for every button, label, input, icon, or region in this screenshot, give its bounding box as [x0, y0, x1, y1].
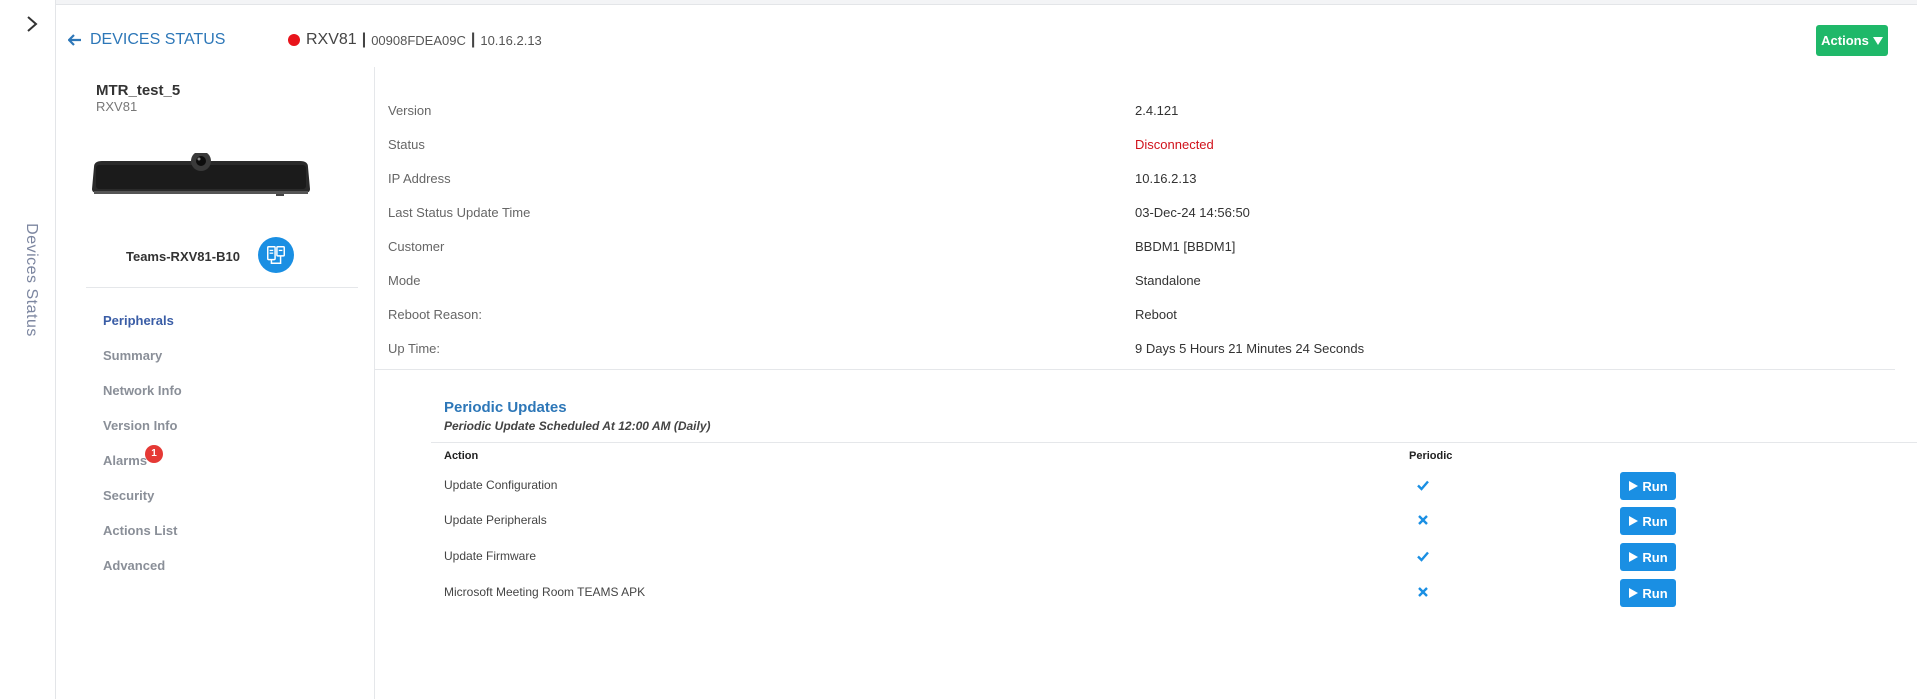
play-icon	[1629, 481, 1639, 491]
nav-item-actions-list[interactable]: Actions List	[103, 513, 182, 548]
info-label: IP Address	[388, 171, 451, 186]
device-model: RXV81	[96, 99, 138, 114]
nav-item-network-info[interactable]: Network Info	[103, 373, 182, 408]
nav-item-summary[interactable]: Summary	[103, 338, 182, 373]
arrow-left-icon	[68, 34, 81, 46]
back-link-label: DEVICES STATUS	[90, 31, 226, 48]
column-periodic: Periodic	[1409, 450, 1453, 462]
actions-button-label: Actions	[1821, 33, 1869, 48]
info-value: Standalone	[1135, 273, 1201, 288]
info-row-customer: Customer BBDM1 [BBDM1]	[388, 239, 1888, 259]
rail-label-text: Devices Status	[23, 223, 40, 337]
info-row-mode: Mode Standalone	[388, 273, 1888, 293]
table-row: Microsoft Meeting Room TEAMS APK Run	[444, 579, 1917, 607]
column-action: Action	[444, 450, 479, 462]
device-connection-icon[interactable]	[258, 237, 294, 273]
left-rail: Devices Status	[0, 0, 56, 699]
actions-button[interactable]: Actions	[1816, 25, 1888, 56]
x-icon	[1418, 587, 1428, 597]
nav-item-advanced[interactable]: Advanced	[103, 548, 182, 583]
info-row-status: Status Disconnected	[388, 137, 1888, 157]
play-icon	[1629, 552, 1639, 562]
info-value: BBDM1 [BBDM1]	[1135, 239, 1236, 254]
header-ip: 10.16.2.13	[480, 32, 542, 48]
info-label: Mode	[388, 273, 421, 288]
rail-label[interactable]: Devices Status	[8, 220, 54, 340]
separator: |	[470, 31, 476, 48]
info-label: Up Time:	[388, 341, 441, 356]
divider	[375, 369, 1895, 370]
info-label: Status	[388, 137, 425, 152]
topbar: DEVICES STATUS RXV81 | 00908FDEA09C | 10…	[56, 5, 1917, 65]
info-row-up-time: Up Time: 9 Days 5 Hours 21 Minutes 24 Se…	[388, 341, 1888, 361]
info-label: Customer	[388, 239, 445, 254]
action-name: Microsoft Meeting Room TEAMS APK	[444, 585, 646, 599]
chevron-right-icon[interactable]	[22, 14, 42, 34]
nav-item-security[interactable]: Security	[103, 478, 182, 513]
status-value: Disconnected	[1135, 137, 1214, 152]
device-header: RXV81 | 00908FDEA09C | 10.16.2.13	[288, 31, 542, 49]
info-label: Last Status Update Time	[388, 205, 531, 220]
alarms-count-badge: 1	[145, 445, 163, 463]
divider	[431, 442, 1917, 443]
header-device-model: RXV81	[306, 31, 357, 48]
run-button[interactable]: Run	[1620, 472, 1676, 500]
device-sidebar: MTR_test_5 RXV81 Teams-RXV81-B10 Periphe…	[56, 65, 374, 699]
separator: |	[361, 31, 367, 48]
info-row-ip-address: IP Address 10.16.2.13	[388, 171, 1888, 191]
info-value: 2.4.121	[1135, 103, 1179, 118]
info-row-last-update: Last Status Update Time 03-Dec-24 14:56:…	[388, 205, 1888, 225]
caret-down-icon	[1872, 36, 1883, 45]
action-name: Update Configuration	[444, 478, 558, 492]
info-value: Reboot	[1135, 307, 1177, 322]
action-name: Update Peripherals	[444, 513, 547, 527]
table-row: Update Configuration Run	[444, 472, 1917, 500]
action-name: Update Firmware	[444, 549, 537, 563]
info-value: 9 Days 5 Hours 21 Minutes 24 Seconds	[1135, 341, 1365, 356]
table-row: Update Firmware Run	[444, 543, 1917, 571]
periodic-schedule-text: Periodic Update Scheduled At 12:00 AM (D…	[444, 419, 711, 433]
main-panel: DEVICES STATUS RXV81 | 00908FDEA09C | 10…	[56, 4, 1917, 699]
nav-item-alarms[interactable]: Alarms 1	[103, 443, 182, 478]
back-link[interactable]: DEVICES STATUS	[68, 31, 225, 49]
check-icon	[1417, 480, 1429, 491]
info-value: 03-Dec-24 14:56:50	[1135, 205, 1250, 220]
play-icon	[1629, 588, 1639, 598]
device-image	[90, 151, 312, 197]
header-mac: 00908FDEA09C	[371, 32, 466, 48]
nav-item-peripherals[interactable]: Peripherals	[103, 303, 182, 338]
nav-item-version-info[interactable]: Version Info	[103, 408, 182, 443]
run-button[interactable]: Run	[1620, 579, 1676, 607]
device-room-name: Teams-RXV81-B10	[126, 249, 240, 264]
play-icon	[1629, 516, 1639, 526]
sidebar-nav: Peripherals Summary Network Info Version…	[103, 303, 182, 583]
run-button[interactable]: Run	[1620, 543, 1676, 571]
run-button[interactable]: Run	[1620, 507, 1676, 535]
divider	[86, 287, 358, 288]
status-dot-icon	[288, 34, 300, 46]
periodic-updates-title: Periodic Updates	[444, 399, 567, 416]
check-icon	[1417, 551, 1429, 562]
table-row: Update Peripherals Run	[444, 507, 1917, 535]
info-label: Version	[388, 103, 432, 118]
x-icon	[1418, 515, 1428, 525]
info-label: Reboot Reason:	[388, 307, 482, 322]
info-row-version: Version 2.4.121	[388, 103, 1888, 123]
info-row-reboot-reason: Reboot Reason: Reboot	[388, 307, 1888, 327]
periodic-table-header: Action Periodic	[444, 450, 1917, 462]
device-name: MTR_test_5	[96, 82, 181, 99]
info-value: 10.16.2.13	[1135, 171, 1197, 186]
